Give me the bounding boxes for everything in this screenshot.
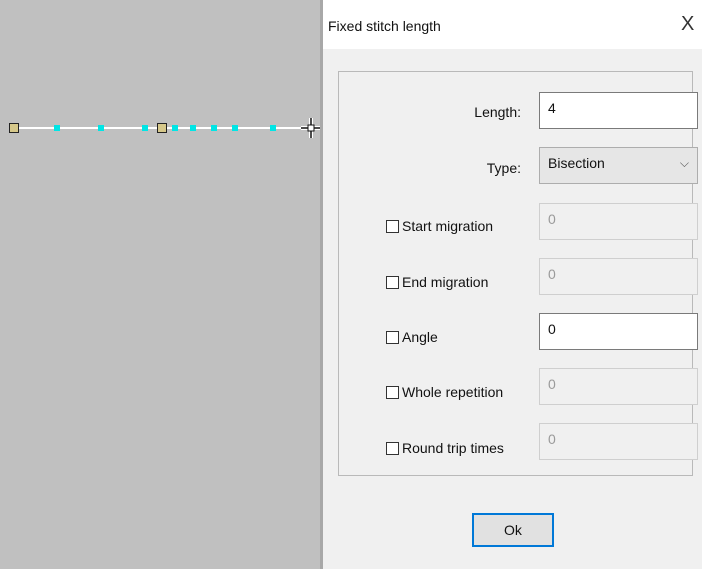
settings-group: Length: 4 Type: Bisection ⌵ Start migrat… bbox=[338, 71, 698, 476]
start-migration-input: 0 bbox=[539, 203, 698, 240]
angle-option[interactable]: Angle bbox=[386, 329, 438, 345]
start-migration-option[interactable]: Start migration bbox=[386, 218, 493, 234]
angle-input[interactable]: 0 bbox=[539, 313, 698, 350]
whole-repetition-label: Whole repetition bbox=[402, 384, 504, 400]
round-trip-times-label: Round trip times bbox=[402, 440, 504, 456]
type-label: Type: bbox=[486, 160, 521, 176]
round-trip-times-checkbox[interactable] bbox=[386, 441, 399, 455]
round-trip-times-option[interactable]: Round trip times bbox=[386, 440, 504, 456]
length-label: Length: bbox=[474, 104, 521, 120]
move-crosshair-icon bbox=[301, 118, 321, 138]
end-migration-input: 0 bbox=[539, 258, 698, 295]
stitch-anchor-point[interactable] bbox=[9, 123, 19, 133]
end-migration-label: End migration bbox=[402, 274, 489, 290]
start-migration-checkbox[interactable] bbox=[386, 219, 399, 233]
angle-checkbox[interactable] bbox=[386, 330, 399, 344]
round-trip-times-input: 0 bbox=[539, 423, 698, 460]
end-migration-checkbox[interactable] bbox=[386, 275, 399, 289]
ok-button[interactable]: Ok bbox=[472, 513, 554, 547]
dialog-title: Fixed stitch length bbox=[328, 18, 441, 34]
stitch-point[interactable] bbox=[270, 125, 276, 131]
whole-repetition-checkbox[interactable] bbox=[386, 385, 399, 399]
fixed-stitch-length-dialog: Fixed stitch length X Length: 4 Type: Bi… bbox=[323, 0, 702, 569]
stitch-point[interactable] bbox=[190, 125, 196, 131]
start-migration-label: Start migration bbox=[402, 218, 494, 234]
angle-label: Angle bbox=[402, 329, 438, 345]
stitch-point[interactable] bbox=[54, 125, 60, 131]
stitch-point[interactable] bbox=[232, 125, 238, 131]
stitch-anchor-point[interactable] bbox=[157, 123, 167, 133]
stitch-point[interactable] bbox=[142, 125, 148, 131]
end-migration-option[interactable]: End migration bbox=[386, 274, 488, 290]
length-input[interactable]: 4 bbox=[539, 92, 698, 129]
type-select-value: Bisection bbox=[548, 155, 605, 171]
dialog-body: Length: 4 Type: Bisection ⌵ Start migrat… bbox=[323, 49, 702, 569]
stitch-point[interactable] bbox=[172, 125, 178, 131]
stitch-point[interactable] bbox=[211, 125, 217, 131]
close-icon[interactable]: X bbox=[681, 14, 694, 34]
design-canvas[interactable] bbox=[0, 0, 321, 569]
whole-repetition-option[interactable]: Whole repetition bbox=[386, 384, 503, 400]
chevron-down-icon: ⌵ bbox=[679, 156, 689, 170]
whole-repetition-input: 0 bbox=[539, 368, 698, 405]
type-select[interactable]: Bisection ⌵ bbox=[539, 147, 698, 184]
stitch-point[interactable] bbox=[98, 125, 104, 131]
